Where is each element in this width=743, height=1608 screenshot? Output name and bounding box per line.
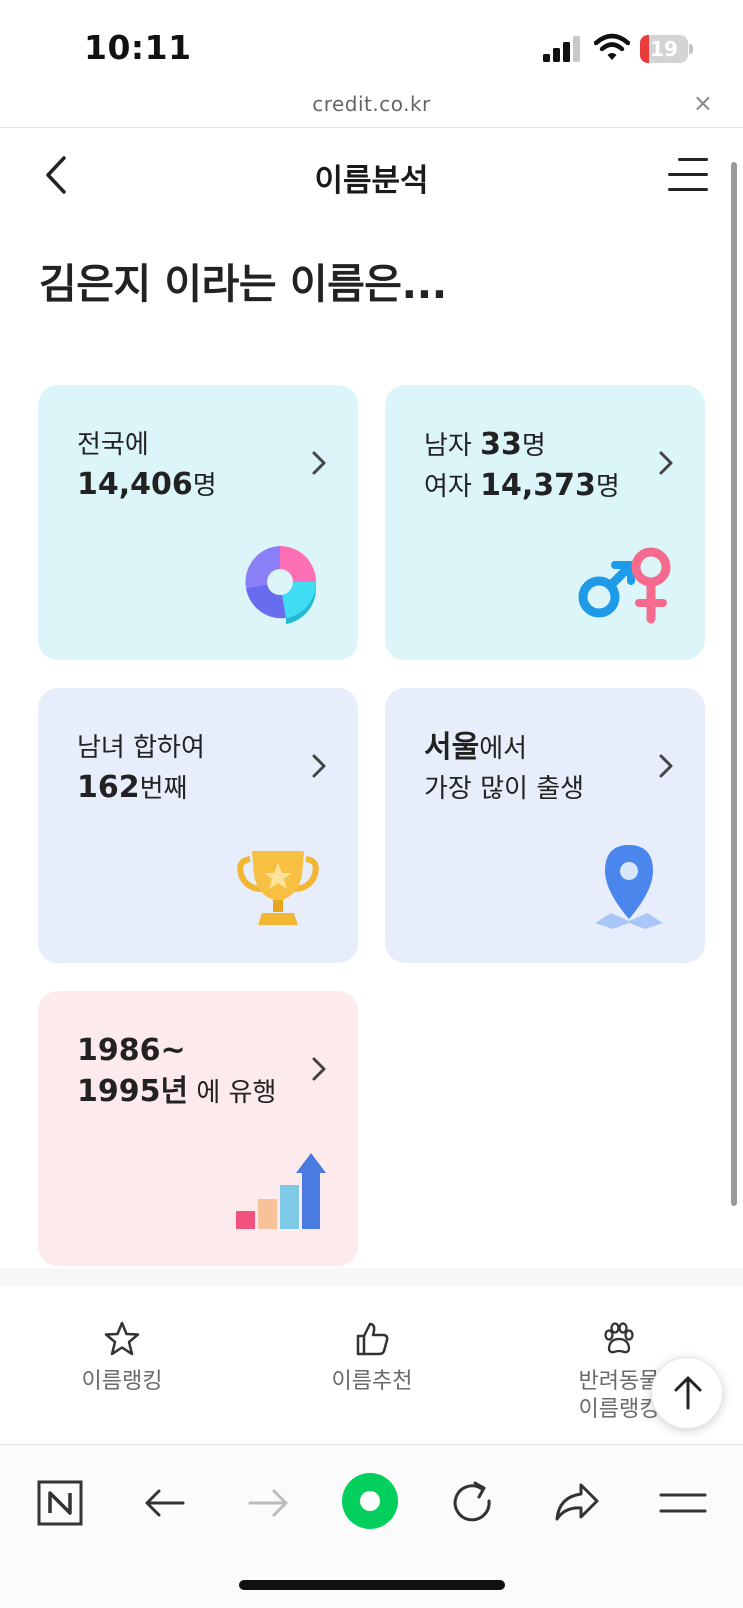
population-card[interactable]: 전국에 14,406명 [38,385,358,660]
male-unit: 명 [521,431,546,461]
era-start: 1986~ [77,1033,186,1068]
wifi-icon [594,33,630,60]
thumbs-up-icon [356,1322,389,1356]
female-count: 14,373 [480,468,596,503]
era-end: 1995년 [77,1074,189,1109]
page-header: 이름분석 [0,130,743,220]
rank-number: 162 [77,770,140,805]
region-suffix: 에서 [479,734,528,764]
region-name: 서울 [424,730,480,765]
gender-symbols-icon [578,547,671,624]
star-icon [104,1321,140,1356]
region-card[interactable]: 서울에서 가장 많이 출생 [385,688,705,963]
battery-icon: 19 [640,35,693,63]
female-label: 여자 [424,472,481,502]
menu-line [678,158,708,161]
tab-label: 이름추천 [331,1369,413,1394]
status-time: 10:11 [84,28,192,67]
male-count: 33 [480,427,522,462]
status-bar: 10:11 19 [0,0,743,92]
era-text: 1986~ 1995년 에 유행 [77,1031,276,1113]
bottom-tab-bar: 이름랭킹 이름추천 반려동물 이름랭킹 [0,1268,743,1448]
green-dot-icon[interactable] [341,1467,399,1535]
rank-label: 남녀 합하여 [77,733,205,763]
era-card[interactable]: 1986~ 1995년 에 유행 [38,991,358,1266]
home-indicator[interactable] [239,1580,505,1590]
population-unit: 명 [192,471,217,501]
population-text: 전국에 14,406명 [77,425,217,506]
reload-icon[interactable] [445,1475,501,1531]
chevron-right-icon [659,754,673,778]
page-title: 이름분석 [314,163,429,199]
gender-card[interactable]: 남자 33명 여자 14,373명 [385,385,705,660]
rank-unit: 번째 [139,774,188,804]
scroll-indicator[interactable] [731,162,737,1206]
cellular-signal-icon [543,36,580,62]
chevron-right-icon [312,451,326,475]
battery-level: 19 [650,37,678,61]
forward-arrow-icon[interactable] [240,1475,296,1531]
address-bar[interactable]: credit.co.kr × [0,88,743,128]
menu-line [668,173,708,176]
share-icon[interactable] [549,1475,605,1531]
chevron-right-icon [659,451,673,475]
population-count: 14,406 [77,467,193,502]
rank-card[interactable]: 남녀 합하여 162번째 [38,688,358,963]
battery-body: 19 [640,35,688,63]
rising-bar-chart-icon [236,1153,326,1229]
rank-text: 남녀 합하여 162번째 [77,728,205,809]
gender-text: 남자 33명 여자 14,373명 [424,425,620,507]
female-unit: 명 [595,472,620,502]
map-pin-icon [595,845,663,929]
chevron-right-icon [312,1057,326,1081]
chevron-right-icon [312,754,326,778]
tab-label: 이름랭킹 [81,1369,163,1394]
population-label: 전국에 [77,430,149,460]
tab-name-recommend[interactable]: 이름추천 [272,1320,472,1396]
tab-name-ranking[interactable]: 이름랭킹 [22,1320,222,1396]
paw-icon [604,1322,634,1354]
donut-chart-icon [245,546,317,624]
male-label: 남자 [424,431,481,461]
close-icon[interactable]: × [693,89,713,117]
battery-nub [689,44,693,54]
era-suffix: 에 유행 [188,1078,277,1108]
region-text: 서울에서 가장 많이 출생 [424,728,584,809]
hamburger-menu-icon[interactable] [664,156,708,194]
menu-icon[interactable] [655,1475,711,1531]
scroll-to-top-button[interactable] [651,1357,723,1429]
back-arrow-icon[interactable] [137,1475,193,1531]
naver-n-icon[interactable] [32,1475,88,1531]
name-headline: 김은지 이라는 이름은... [39,260,447,308]
trophy-icon [237,851,319,925]
region-line2: 가장 많이 출생 [424,774,585,804]
arrow-up-icon [674,1376,702,1410]
menu-line [668,188,708,191]
url-text[interactable]: credit.co.kr [0,92,743,116]
